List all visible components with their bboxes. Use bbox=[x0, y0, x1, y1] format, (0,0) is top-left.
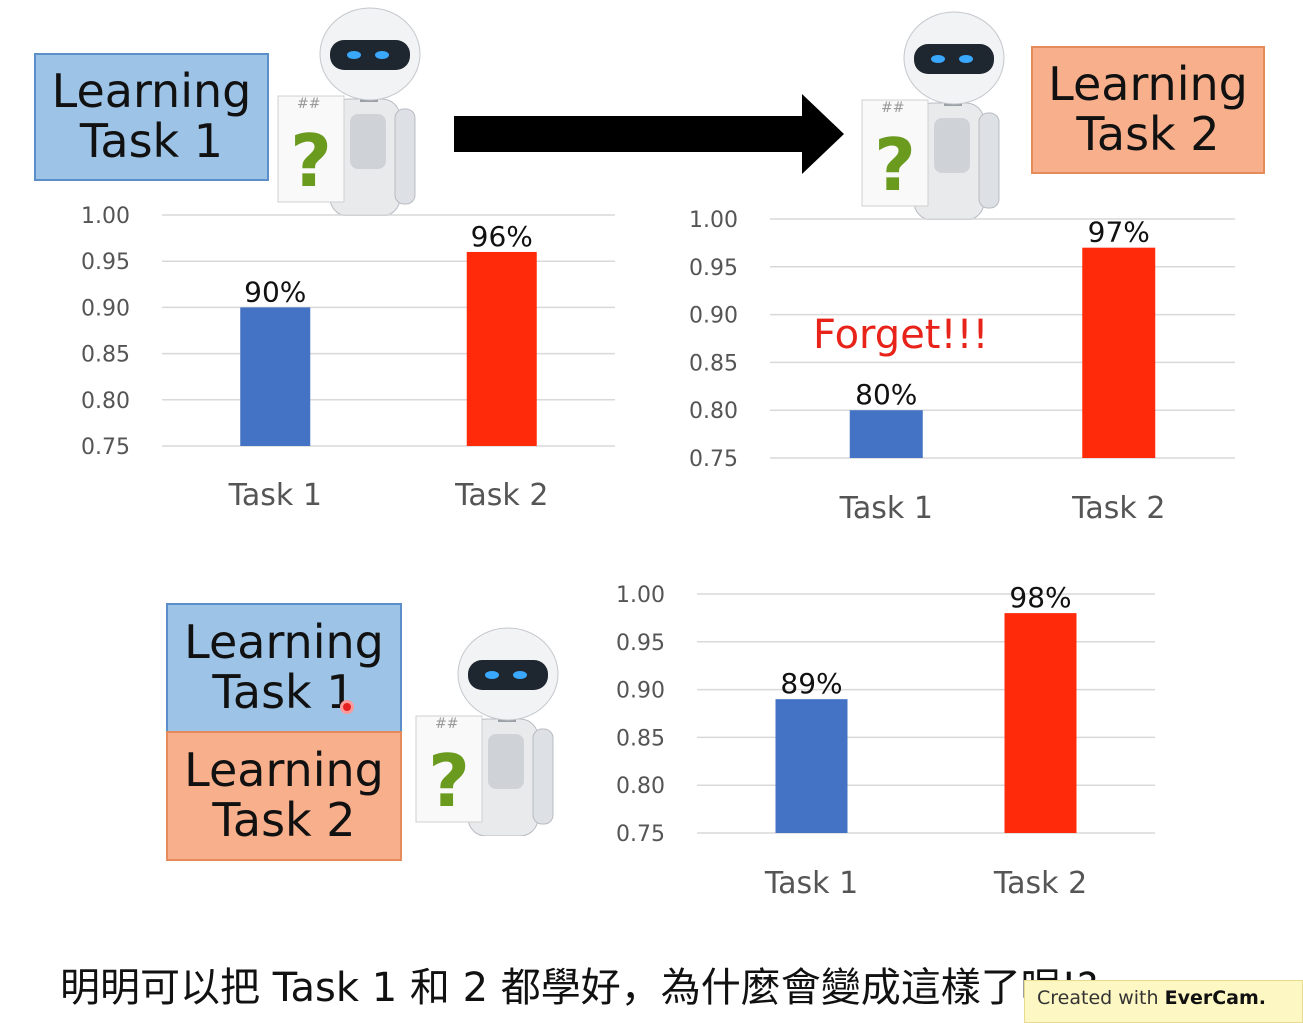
learning-task2-box: Learning Task 2 bbox=[1031, 46, 1265, 174]
y-tick-label: 0.80 bbox=[81, 389, 130, 414]
x-category-label: Task 1 bbox=[839, 491, 933, 526]
svg-text:##: ## bbox=[881, 100, 904, 116]
y-tick-label: 0.85 bbox=[616, 726, 665, 751]
robot-sign: ? bbox=[290, 119, 332, 203]
y-tick-label: 1.00 bbox=[616, 583, 665, 608]
box-line-2: Task 1 bbox=[79, 114, 224, 168]
x-category-label: Task 1 bbox=[764, 866, 858, 901]
watermark-brand: EverCam. bbox=[1164, 987, 1266, 1009]
robot-sign: ? bbox=[874, 123, 916, 207]
robot-sign: ? bbox=[428, 739, 470, 823]
data-label: 90% bbox=[244, 275, 306, 308]
bar-task1 bbox=[775, 699, 848, 833]
bar-chart-after-task2: 1.00 0.95 0.90 0.85 0.80 0.75 80% Task 1 97% Task… bbox=[689, 208, 1235, 526]
robot-icon: ## ? bbox=[277, 7, 421, 216]
robot-icon: ## ? bbox=[415, 627, 559, 836]
box-line-1: Learning bbox=[1048, 57, 1248, 112]
x-category-label: Task 2 bbox=[1071, 491, 1165, 526]
bar-task1 bbox=[240, 307, 311, 446]
learning-task1-box-bottom: Learning Task 1 bbox=[166, 603, 402, 733]
bar-task1 bbox=[849, 410, 923, 458]
y-tick-label: 0.85 bbox=[81, 343, 130, 368]
y-tick-label: 0.80 bbox=[616, 774, 665, 799]
box-line-2: Task 1 bbox=[212, 665, 356, 719]
forget-label: Forget!!! bbox=[813, 312, 989, 358]
box-line-1: Learning bbox=[51, 64, 252, 119]
box-line-2: Task 2 bbox=[1076, 107, 1220, 161]
robot-icon: ## ? bbox=[861, 11, 1005, 220]
learning-task2-box-bottom: Learning Task 2 bbox=[166, 731, 402, 861]
watermark-prefix: Created with bbox=[1037, 987, 1165, 1009]
bar-task2 bbox=[1082, 247, 1156, 458]
data-label: 97% bbox=[1088, 216, 1150, 249]
svg-text:##: ## bbox=[297, 96, 320, 112]
cursor-dot-icon bbox=[340, 700, 354, 714]
y-tick-label: 0.75 bbox=[81, 435, 130, 460]
y-tick-label: 0.95 bbox=[81, 250, 130, 275]
bar-chart-joint-training: 1.00 0.95 0.90 0.85 0.80 0.75 89% Task 1 98% Task… bbox=[616, 581, 1155, 901]
box-line-1: Learning bbox=[184, 615, 384, 670]
data-label: 98% bbox=[1009, 581, 1071, 614]
x-category-label: Task 2 bbox=[454, 478, 548, 513]
bar-task2 bbox=[466, 251, 537, 446]
y-tick-label: 1.00 bbox=[81, 204, 130, 229]
y-tick-label: 0.90 bbox=[689, 304, 738, 329]
box-line-2: Task 2 bbox=[212, 793, 356, 847]
data-label: 89% bbox=[780, 667, 842, 700]
data-label: 80% bbox=[855, 378, 917, 411]
y-tick-label: 0.90 bbox=[81, 296, 130, 321]
y-tick-label: 0.95 bbox=[689, 256, 738, 281]
right-arrow-icon bbox=[454, 94, 844, 174]
bar-chart-after-task1: 1.00 0.95 0.90 0.85 0.80 0.75 90% Task 1 96% Task… bbox=[81, 204, 615, 513]
y-tick-label: 0.75 bbox=[689, 447, 738, 472]
caption-text: 明明可以把 Task 1 和 2 都學好，為什麼會變成這樣了呢!? bbox=[60, 965, 1099, 1011]
y-tick-label: 0.95 bbox=[616, 631, 665, 656]
bar-task2 bbox=[1004, 613, 1077, 833]
box-line-1: Learning bbox=[184, 743, 384, 798]
y-tick-label: 0.80 bbox=[689, 399, 738, 424]
data-label: 96% bbox=[471, 220, 533, 253]
y-tick-label: 0.85 bbox=[689, 351, 738, 376]
learning-task1-box: Learning Task 1 bbox=[34, 53, 269, 181]
y-tick-label: 0.90 bbox=[616, 679, 665, 704]
x-category-label: Task 1 bbox=[228, 478, 322, 513]
watermark-banner: Created with EverCam. bbox=[1024, 980, 1303, 1023]
y-tick-label: 1.00 bbox=[689, 208, 738, 233]
y-tick-label: 0.75 bbox=[616, 822, 665, 847]
x-category-label: Task 2 bbox=[993, 866, 1087, 901]
svg-text:##: ## bbox=[435, 716, 458, 732]
